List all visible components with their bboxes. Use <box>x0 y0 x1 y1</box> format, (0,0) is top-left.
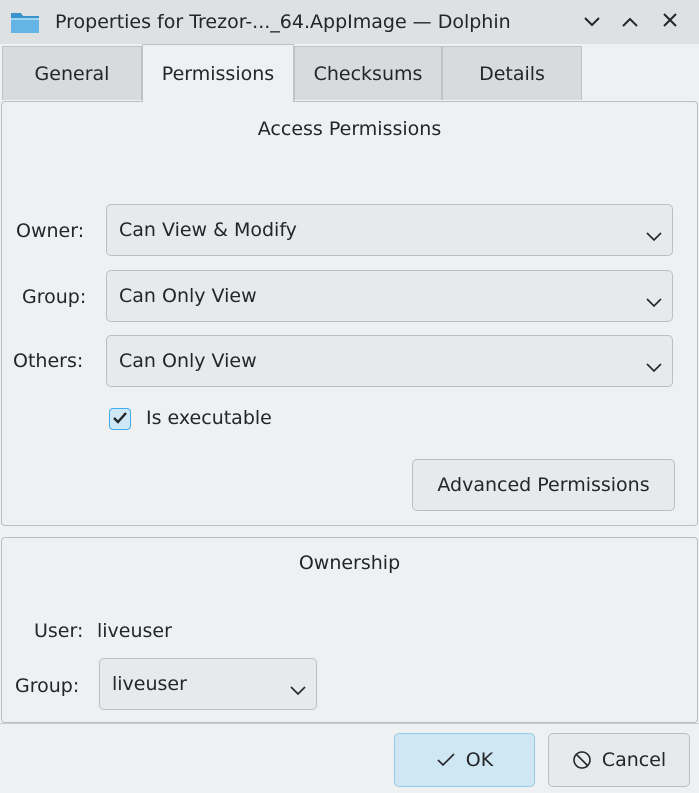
group-permission-combo[interactable]: Can Only View <box>106 270 673 322</box>
cancel-button[interactable]: Cancel <box>548 733 690 787</box>
close-button[interactable] <box>657 10 683 34</box>
cancel-icon <box>572 750 592 770</box>
tab-label: Details <box>479 62 545 85</box>
properties-window: Properties for Trezor-..._64.AppImage — … <box>0 0 699 793</box>
executable-checkbox[interactable] <box>109 408 131 430</box>
access-permissions-title: Access Permissions <box>257 118 442 140</box>
window-title: Properties for Trezor-..._64.AppImage — … <box>55 11 511 33</box>
ownership-group: Ownership User: liveuser Group: liveuser <box>1 537 698 723</box>
tab-label: Checksums <box>313 62 423 85</box>
tab-checksums[interactable]: Checksums <box>294 46 442 100</box>
maximize-button[interactable] <box>617 10 643 34</box>
ownership-group-label: Group: <box>15 675 80 697</box>
check-icon <box>112 410 128 429</box>
ok-label: OK <box>465 749 494 771</box>
access-permissions-group: Access Permissions Owner: Can View & Mod… <box>1 101 698 526</box>
close-icon <box>662 12 678 32</box>
tab-details[interactable]: Details <box>442 46 582 100</box>
chevron-down-icon <box>583 13 601 32</box>
tab-bar: General Permissions Checksums Details <box>0 44 699 102</box>
tab-label: Permissions <box>161 62 275 85</box>
title-bar[interactable]: Properties for Trezor-..._64.AppImage — … <box>0 0 699 44</box>
minimize-button[interactable] <box>579 10 605 34</box>
others-label: Others: <box>13 350 84 372</box>
tab-label: General <box>34 62 110 85</box>
footer-separator <box>0 723 699 724</box>
check-icon <box>436 750 456 770</box>
tab-general[interactable]: General <box>2 46 142 100</box>
advanced-permissions-label: Advanced Permissions <box>437 474 650 496</box>
advanced-permissions-button[interactable]: Advanced Permissions <box>412 459 675 511</box>
others-permission-value: Can Only View <box>119 350 257 372</box>
ownership-title: Ownership <box>298 552 401 574</box>
ownership-group-value: liveuser <box>112 673 187 695</box>
owner-permission-value: Can View & Modify <box>119 219 297 241</box>
ownership-group-combo[interactable]: liveuser <box>99 658 317 710</box>
user-value: liveuser <box>97 620 172 642</box>
user-label: User: <box>34 620 84 642</box>
ok-button[interactable]: OK <box>394 733 535 787</box>
group-permission-value: Can Only View <box>119 285 257 307</box>
executable-label[interactable]: Is executable <box>146 407 272 429</box>
cancel-label: Cancel <box>601 749 667 771</box>
chevron-down-icon <box>290 679 306 696</box>
chevron-up-icon <box>621 13 639 32</box>
chevron-down-icon <box>646 225 662 242</box>
folder-icon <box>10 10 40 34</box>
chevron-down-icon <box>646 356 662 373</box>
owner-permission-combo[interactable]: Can View & Modify <box>106 204 673 256</box>
group-label: Group: <box>22 286 87 308</box>
owner-label: Owner: <box>16 220 85 242</box>
tab-permissions[interactable]: Permissions <box>142 44 294 102</box>
chevron-down-icon <box>646 291 662 308</box>
others-permission-combo[interactable]: Can Only View <box>106 335 673 387</box>
